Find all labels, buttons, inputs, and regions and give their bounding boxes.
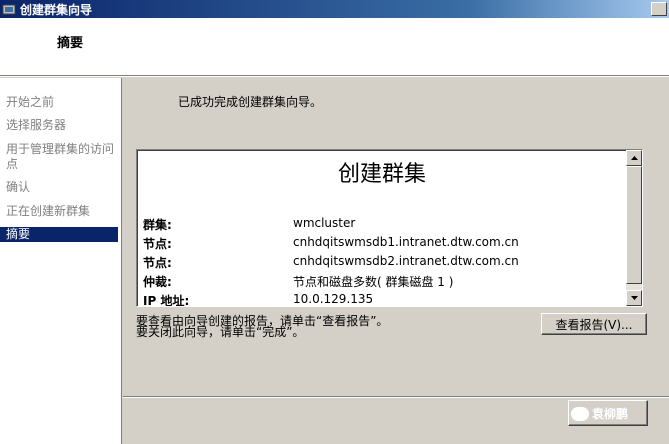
watermark-text: 袁柳鹏 — [592, 407, 629, 421]
report-row-node1: 节点: cnhdqitswmsdb1.intranet.dtw.com.cn — [143, 235, 623, 254]
report-panel[interactable]: 创建群集 群集: wmcluster 节点: cnhdqitswmsdb1.in… — [136, 149, 643, 307]
report-value: wmcluster — [293, 216, 356, 230]
sidebar-item-creating-cluster[interactable]: 正在创建新群集 — [0, 204, 118, 219]
finish-button[interactable]: 袁柳鹏 — [568, 400, 648, 426]
report-value: 10.0.129.135 — [293, 292, 374, 306]
wechat-icon — [571, 406, 589, 421]
report-value: cnhdqitswmsdb2.intranet.dtw.com.cn — [293, 254, 519, 268]
wizard-steps-sidebar: 开始之前 选择服务器 用于管理群集的访问点 确认 正在创建新群集 摘要 — [0, 78, 122, 444]
bottom-divider — [123, 396, 669, 398]
close-button[interactable] — [651, 2, 667, 16]
report-row-cluster: 群集: wmcluster — [143, 216, 623, 235]
report-label: 节点: — [143, 237, 172, 251]
report-row-ip: IP 地址: 10.0.129.135 — [143, 292, 623, 307]
watermark: 袁柳鹏 — [571, 405, 628, 422]
sidebar-item-before-you-begin[interactable]: 开始之前 — [0, 95, 118, 110]
report-row-quorum: 仲裁: 节点和磁盘多数( 群集磁盘 1 ) — [143, 273, 623, 292]
report-label: 节点: — [143, 256, 172, 270]
sidebar-item-summary[interactable]: 摘要 — [0, 227, 118, 242]
report-label: 群集: — [143, 218, 172, 232]
sidebar-item-select-servers[interactable]: 选择服务器 — [0, 118, 118, 133]
window-title: 创建群集向导 — [20, 2, 93, 17]
report-title: 创建群集 — [337, 162, 426, 187]
arrow-down-icon — [630, 296, 638, 300]
hint-close-wizard: 要关闭此向导，请单击“完成”。 — [136, 325, 305, 339]
report-row-node2: 节点: cnhdqitswmsdb2.intranet.dtw.com.cn — [143, 254, 623, 273]
arrow-up-icon — [630, 156, 638, 160]
view-report-button[interactable]: 查看报告(V)... — [541, 313, 647, 335]
sidebar-item-confirmation[interactable]: 确认 — [0, 180, 118, 195]
wizard-icon — [2, 2, 16, 16]
window-titlebar[interactable]: 创建群集向导 — [0, 0, 669, 18]
report-scrollbar[interactable] — [626, 150, 642, 306]
main-content: 已成功完成创建群集向导。 创建群集 群集: wmcluster 节点: cnhd… — [123, 78, 669, 444]
hint-text: 要查看由向导创建的报告，请单击“查看报告”。 要关闭此向导，请单击“完成”。 — [136, 315, 388, 339]
sidebar-item-access-point[interactable]: 用于管理群集的访问点 — [0, 142, 118, 172]
scroll-down-button[interactable] — [626, 290, 642, 306]
page-title: 摘要 — [57, 36, 84, 51]
report-value: 节点和磁盘多数( 群集磁盘 1 ) — [293, 275, 454, 289]
scroll-thumb[interactable] — [626, 166, 642, 284]
report-value: cnhdqitswmsdb1.intranet.dtw.com.cn — [293, 235, 519, 249]
success-message: 已成功完成创建群集向导。 — [178, 95, 323, 109]
report-label: IP 地址: — [143, 294, 190, 307]
header-divider — [0, 76, 669, 77]
scroll-up-button[interactable] — [626, 150, 642, 166]
report-label: 仲裁: — [143, 275, 172, 289]
page-header: 摘要 — [0, 18, 669, 76]
